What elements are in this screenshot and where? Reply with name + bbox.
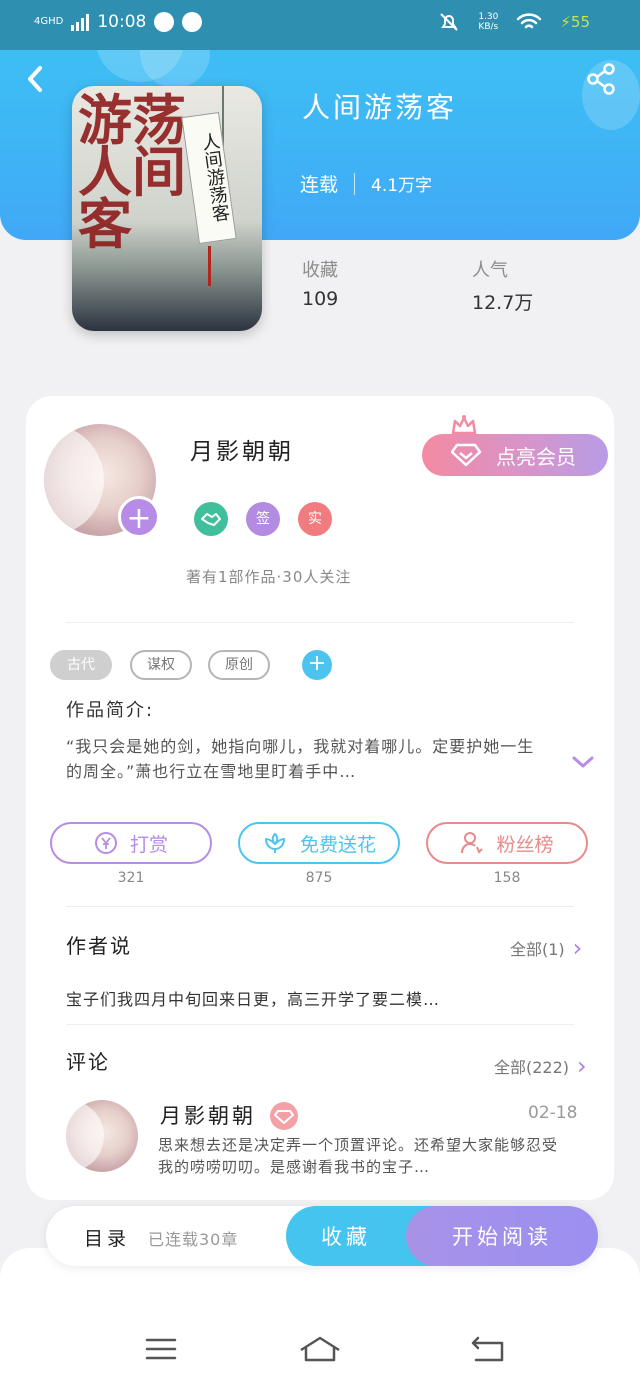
battery-level: 55: [570, 13, 590, 31]
author-say-text[interactable]: 宝子们我四月中旬回来日更，高三开学了要二模…: [66, 986, 440, 1010]
crown-icon: [451, 415, 477, 435]
author-say-more[interactable]: 全部(1) ›: [510, 936, 582, 960]
user-icon: [461, 832, 484, 854]
commenter-name[interactable]: 月影朝朝: [160, 1100, 256, 1130]
send-flower-label: 免费送花: [299, 833, 376, 856]
add-favorite-label: 收藏: [321, 1225, 371, 1249]
word-count: 4.1万字: [371, 176, 433, 196]
author-summary: 著有1部作品·30人关注: [186, 568, 352, 586]
clock: 10:08: [97, 12, 147, 32]
system-nav-bar: [0, 1248, 640, 1387]
popularity-label: 人气: [472, 260, 508, 281]
chevron-left-icon: [28, 66, 42, 92]
fan-ranking-label: 粉丝榜: [496, 833, 554, 856]
vip-button[interactable]: 点亮会员: [422, 434, 608, 476]
tip-label: 打赏: [129, 833, 168, 856]
tag-original[interactable]: 原创: [208, 650, 270, 680]
commenter-vip-badge: [270, 1102, 298, 1130]
start-reading-button[interactable]: 开始阅读: [406, 1206, 598, 1266]
back-button[interactable]: [22, 62, 52, 96]
comments-more-label: 全部(222): [494, 1058, 570, 1077]
network-type: 4GHD: [34, 16, 64, 27]
share-button[interactable]: [584, 62, 618, 96]
intro-text: “我只会是她的剑，她指向哪儿，我就对着哪儿。定要护她一生的周全。”萧也行立在雪地…: [66, 737, 535, 781]
comments-title: 评论: [66, 1050, 110, 1074]
handshake-icon: [201, 513, 221, 526]
share-icon: [587, 63, 615, 95]
chevron-right-icon: ›: [572, 934, 583, 962]
diamond-icon: [274, 1110, 294, 1124]
send-flower-button[interactable]: 免费送花: [238, 822, 400, 864]
mute-bell-icon: [440, 13, 459, 31]
back-nav-icon[interactable]: [470, 1334, 506, 1364]
cover-scroll-title: 人间游荡客: [181, 111, 237, 245]
cover-calligraphy: 游荡人间客: [78, 88, 186, 256]
book-meta: 连载 4.1万字: [300, 170, 432, 197]
wifi-icon: [517, 13, 542, 29]
vip-label: 点亮会员: [496, 444, 576, 469]
verified-badge: 实: [298, 502, 332, 536]
follow-author-button[interactable]: +: [118, 496, 160, 538]
signed-badge: 签: [246, 502, 280, 536]
add-tag-button[interactable]: +: [302, 650, 332, 680]
comment-date: 02-18: [528, 1103, 578, 1123]
author-say-title: 作者说: [66, 934, 132, 958]
meta-divider: [354, 172, 356, 195]
start-reading-label: 开始阅读: [452, 1225, 552, 1249]
handshake-badge: [194, 502, 228, 536]
favorites-value: 109: [302, 288, 339, 310]
tip-button[interactable]: 打赏: [50, 822, 212, 864]
tip-count: 321: [117, 870, 145, 886]
fan-ranking-button[interactable]: 粉丝榜: [426, 822, 588, 864]
home-icon[interactable]: [298, 1334, 342, 1364]
favorites-label: 收藏: [302, 260, 338, 281]
tag-ancient[interactable]: 古代: [50, 650, 112, 680]
battery-charging-icon: ⚡55: [560, 13, 590, 31]
diamond-icon: [450, 443, 482, 467]
menu-icon[interactable]: [144, 1334, 178, 1364]
yen-icon: [94, 832, 117, 854]
toc-button[interactable]: 目录: [84, 1224, 130, 1251]
comments-more[interactable]: 全部(222) ›: [494, 1054, 587, 1078]
divider: [66, 906, 574, 907]
book-title: 人间游荡客: [302, 91, 458, 124]
chevron-right-icon: ›: [577, 1052, 587, 1080]
status-bar: 4GHD 10:08 1.30 KB/s ⚡55: [0, 0, 640, 50]
comment-text[interactable]: 思来想去还是决定弄一个顶置评论。还希望大家能够忍受我的唠唠叨叨。是感谢看我书的宝…: [158, 1134, 558, 1178]
divider: [66, 622, 574, 623]
app-notification-icon: [182, 12, 203, 32]
book-cover[interactable]: 游荡人间客 人间游荡客: [72, 86, 262, 331]
flower-icon: [264, 833, 285, 853]
author-name[interactable]: 月影朝朝: [190, 432, 294, 466]
intro-title: 作品简介:: [66, 700, 155, 721]
speedometer-icon: [154, 12, 175, 32]
author-say-more-label: 全部(1): [510, 940, 565, 959]
network-speed: 1.30 KB/s: [478, 12, 499, 32]
popularity-value: 12.7万: [472, 292, 534, 314]
signal-icon: [71, 13, 90, 31]
chapter-count: 已连载30章: [148, 1230, 239, 1249]
commenter-avatar[interactable]: [66, 1100, 138, 1172]
cover-fine-print: [82, 262, 252, 322]
divider: [66, 1024, 574, 1025]
book-status: 连载: [300, 174, 339, 196]
tag-power[interactable]: 谋权: [130, 650, 192, 680]
fan-count: 158: [493, 870, 521, 886]
chevron-down-icon[interactable]: [570, 752, 596, 772]
flower-count: 875: [305, 870, 333, 886]
